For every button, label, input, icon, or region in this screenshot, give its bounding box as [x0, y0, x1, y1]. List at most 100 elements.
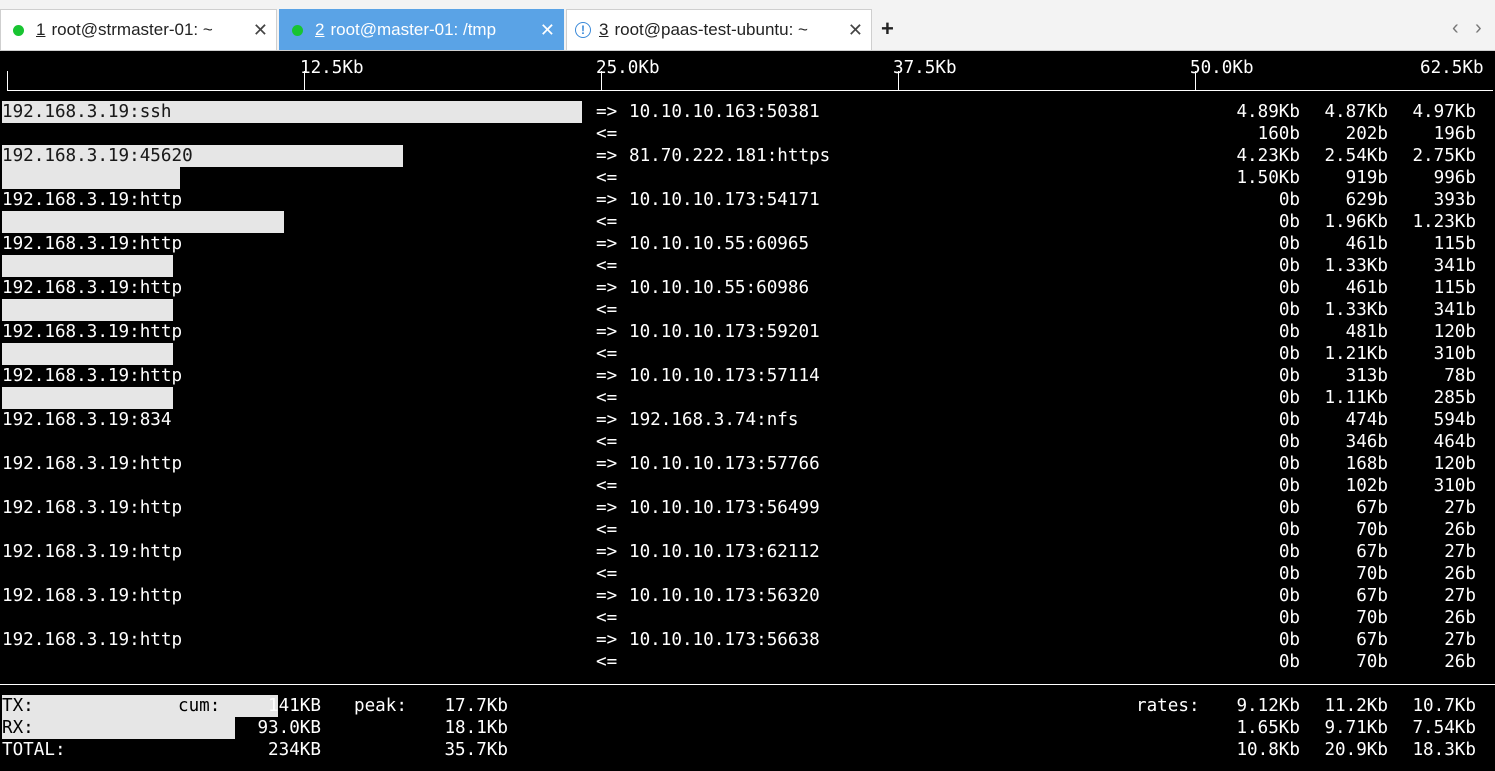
- tx-rate: 115b: [1433, 234, 1476, 254]
- tx-rate-10s: 11.2Kb: [1324, 696, 1388, 716]
- total-label: TOTAL:: [2, 740, 66, 760]
- tx-rate-40s: 10.7Kb: [1412, 696, 1476, 716]
- rx-rate: 346b: [1345, 432, 1388, 452]
- arrow-out: =>: [596, 102, 618, 122]
- scale-label: 50.0Kb: [1190, 58, 1254, 78]
- tx-rate: 4.97Kb: [1412, 102, 1476, 122]
- tx-rate: 2.54Kb: [1324, 146, 1388, 166]
- destination-address: 10.10.10.163:50381: [629, 102, 820, 122]
- arrow-out: =>: [596, 498, 618, 518]
- summary-divider: [0, 684, 1495, 685]
- destination-address: 192.168.3.74:nfs: [629, 410, 799, 430]
- tx-rate: 313b: [1345, 366, 1388, 386]
- tx-rate: 0b: [1278, 630, 1300, 650]
- total-rate-40s: 18.3Kb: [1412, 740, 1476, 760]
- tx-peak: 17.7Kb: [444, 696, 508, 716]
- tx-rate: 67b: [1356, 586, 1388, 606]
- arrow-in: <=: [596, 168, 618, 188]
- arrow-in: <=: [596, 344, 618, 364]
- new-tab-button[interactable]: +: [881, 16, 894, 42]
- total-rate-10s: 20.9Kb: [1324, 740, 1388, 760]
- chevron-right-icon[interactable]: ›: [1475, 17, 1482, 40]
- rx-cum: 93.0KB: [257, 718, 321, 738]
- arrow-in: <=: [596, 652, 618, 672]
- tx-rate: 393b: [1433, 190, 1476, 210]
- tx-label: TX:: [2, 696, 34, 716]
- tx-rate: 0b: [1278, 234, 1300, 254]
- tx-rate: 27b: [1444, 542, 1476, 562]
- rx-rate-bar: [2, 255, 173, 277]
- rx-rate: 0b: [1278, 212, 1300, 232]
- close-icon[interactable]: ✕: [540, 20, 555, 41]
- rx-rate: 310b: [1433, 476, 1476, 496]
- destination-address: 10.10.10.55:60965: [629, 234, 810, 254]
- rx-rate: 26b: [1444, 608, 1476, 628]
- tx-rate: 594b: [1433, 410, 1476, 430]
- arrow-in: <=: [596, 256, 618, 276]
- destination-address: 10.10.10.173:62112: [629, 542, 820, 562]
- rx-rate: 1.11Kb: [1324, 388, 1388, 408]
- rx-rate: 285b: [1433, 388, 1476, 408]
- tx-rate: 67b: [1356, 542, 1388, 562]
- rx-rate: 1.21Kb: [1324, 344, 1388, 364]
- rx-rate: 1.33Kb: [1324, 300, 1388, 320]
- tab-1[interactable]: 1 root@strmaster-01: ~ ✕: [0, 9, 277, 50]
- rx-rate-bar: [2, 343, 173, 365]
- rx-rate: 70b: [1356, 608, 1388, 628]
- close-icon[interactable]: ✕: [848, 20, 863, 41]
- chevron-left-icon[interactable]: ‹: [1452, 17, 1459, 40]
- rx-rate: 341b: [1433, 256, 1476, 276]
- rx-rate: 310b: [1433, 344, 1476, 364]
- rx-rate: 0b: [1278, 388, 1300, 408]
- tx-rate: 4.23Kb: [1236, 146, 1300, 166]
- destination-address: 10.10.10.173:57766: [629, 454, 820, 474]
- arrow-in: <=: [596, 432, 618, 452]
- rx-rate: 1.33Kb: [1324, 256, 1388, 276]
- arrow-out: =>: [596, 366, 618, 386]
- tab-label: root@paas-test-ubuntu: ~: [614, 20, 808, 39]
- rx-rate: 70b: [1356, 520, 1388, 540]
- tx-cum: 141KB: [268, 696, 321, 716]
- destination-address: 10.10.10.173:56638: [629, 630, 820, 650]
- rx-rate-bar: [2, 211, 284, 233]
- tx-rate: 0b: [1278, 498, 1300, 518]
- rx-rate: 1.50Kb: [1236, 168, 1300, 188]
- arrow-out: =>: [596, 322, 618, 342]
- rx-rate-bar: [2, 387, 173, 409]
- rx-rate: 341b: [1433, 300, 1476, 320]
- terminal[interactable]: 12.5Kb 25.0Kb 37.5Kb 50.0Kb 62.5Kb 192.1…: [0, 51, 1495, 771]
- rx-rate: 464b: [1433, 432, 1476, 452]
- close-icon[interactable]: ✕: [253, 20, 268, 41]
- tx-rate: 461b: [1345, 278, 1388, 298]
- tx-rate: 629b: [1345, 190, 1388, 210]
- rx-rate: 26b: [1444, 520, 1476, 540]
- source-address: 192.168.3.19:http: [2, 322, 183, 342]
- info-icon: !: [575, 22, 591, 38]
- tab-2[interactable]: 2 root@master-01: /tmp ✕: [279, 9, 564, 50]
- source-address: 192.168.3.19:http: [2, 586, 183, 606]
- rx-rate: 996b: [1433, 168, 1476, 188]
- tab-label: root@master-01: /tmp: [330, 20, 497, 39]
- tx-rate: 78b: [1444, 366, 1476, 386]
- scale-label: 62.5Kb: [1420, 58, 1484, 78]
- total-cum: 234KB: [268, 740, 321, 760]
- arrow-out: =>: [596, 146, 618, 166]
- rx-rate: 1.23Kb: [1412, 212, 1476, 232]
- source-address: 192.168.3.19:http: [2, 234, 183, 254]
- tab-3[interactable]: ! 3 root@paas-test-ubuntu: ~ ✕: [566, 9, 872, 50]
- source-address: 192.168.3.19:45620: [2, 146, 193, 166]
- source-address: 192.168.3.19:ssh: [2, 102, 172, 122]
- tx-rate: 0b: [1278, 278, 1300, 298]
- tx-rate: 27b: [1444, 630, 1476, 650]
- tab-number: 3: [599, 20, 609, 39]
- source-address: 192.168.3.19:http: [2, 454, 183, 474]
- source-address: 192.168.3.19:834: [2, 410, 172, 430]
- source-address: 192.168.3.19:http: [2, 542, 183, 562]
- rx-label: RX:: [2, 718, 34, 738]
- arrow-out: =>: [596, 410, 618, 430]
- scale-tick: [601, 71, 602, 91]
- rx-rate: 0b: [1278, 300, 1300, 320]
- rx-rate: 0b: [1278, 608, 1300, 628]
- rx-rate: 1.96Kb: [1324, 212, 1388, 232]
- tx-rate: 0b: [1278, 542, 1300, 562]
